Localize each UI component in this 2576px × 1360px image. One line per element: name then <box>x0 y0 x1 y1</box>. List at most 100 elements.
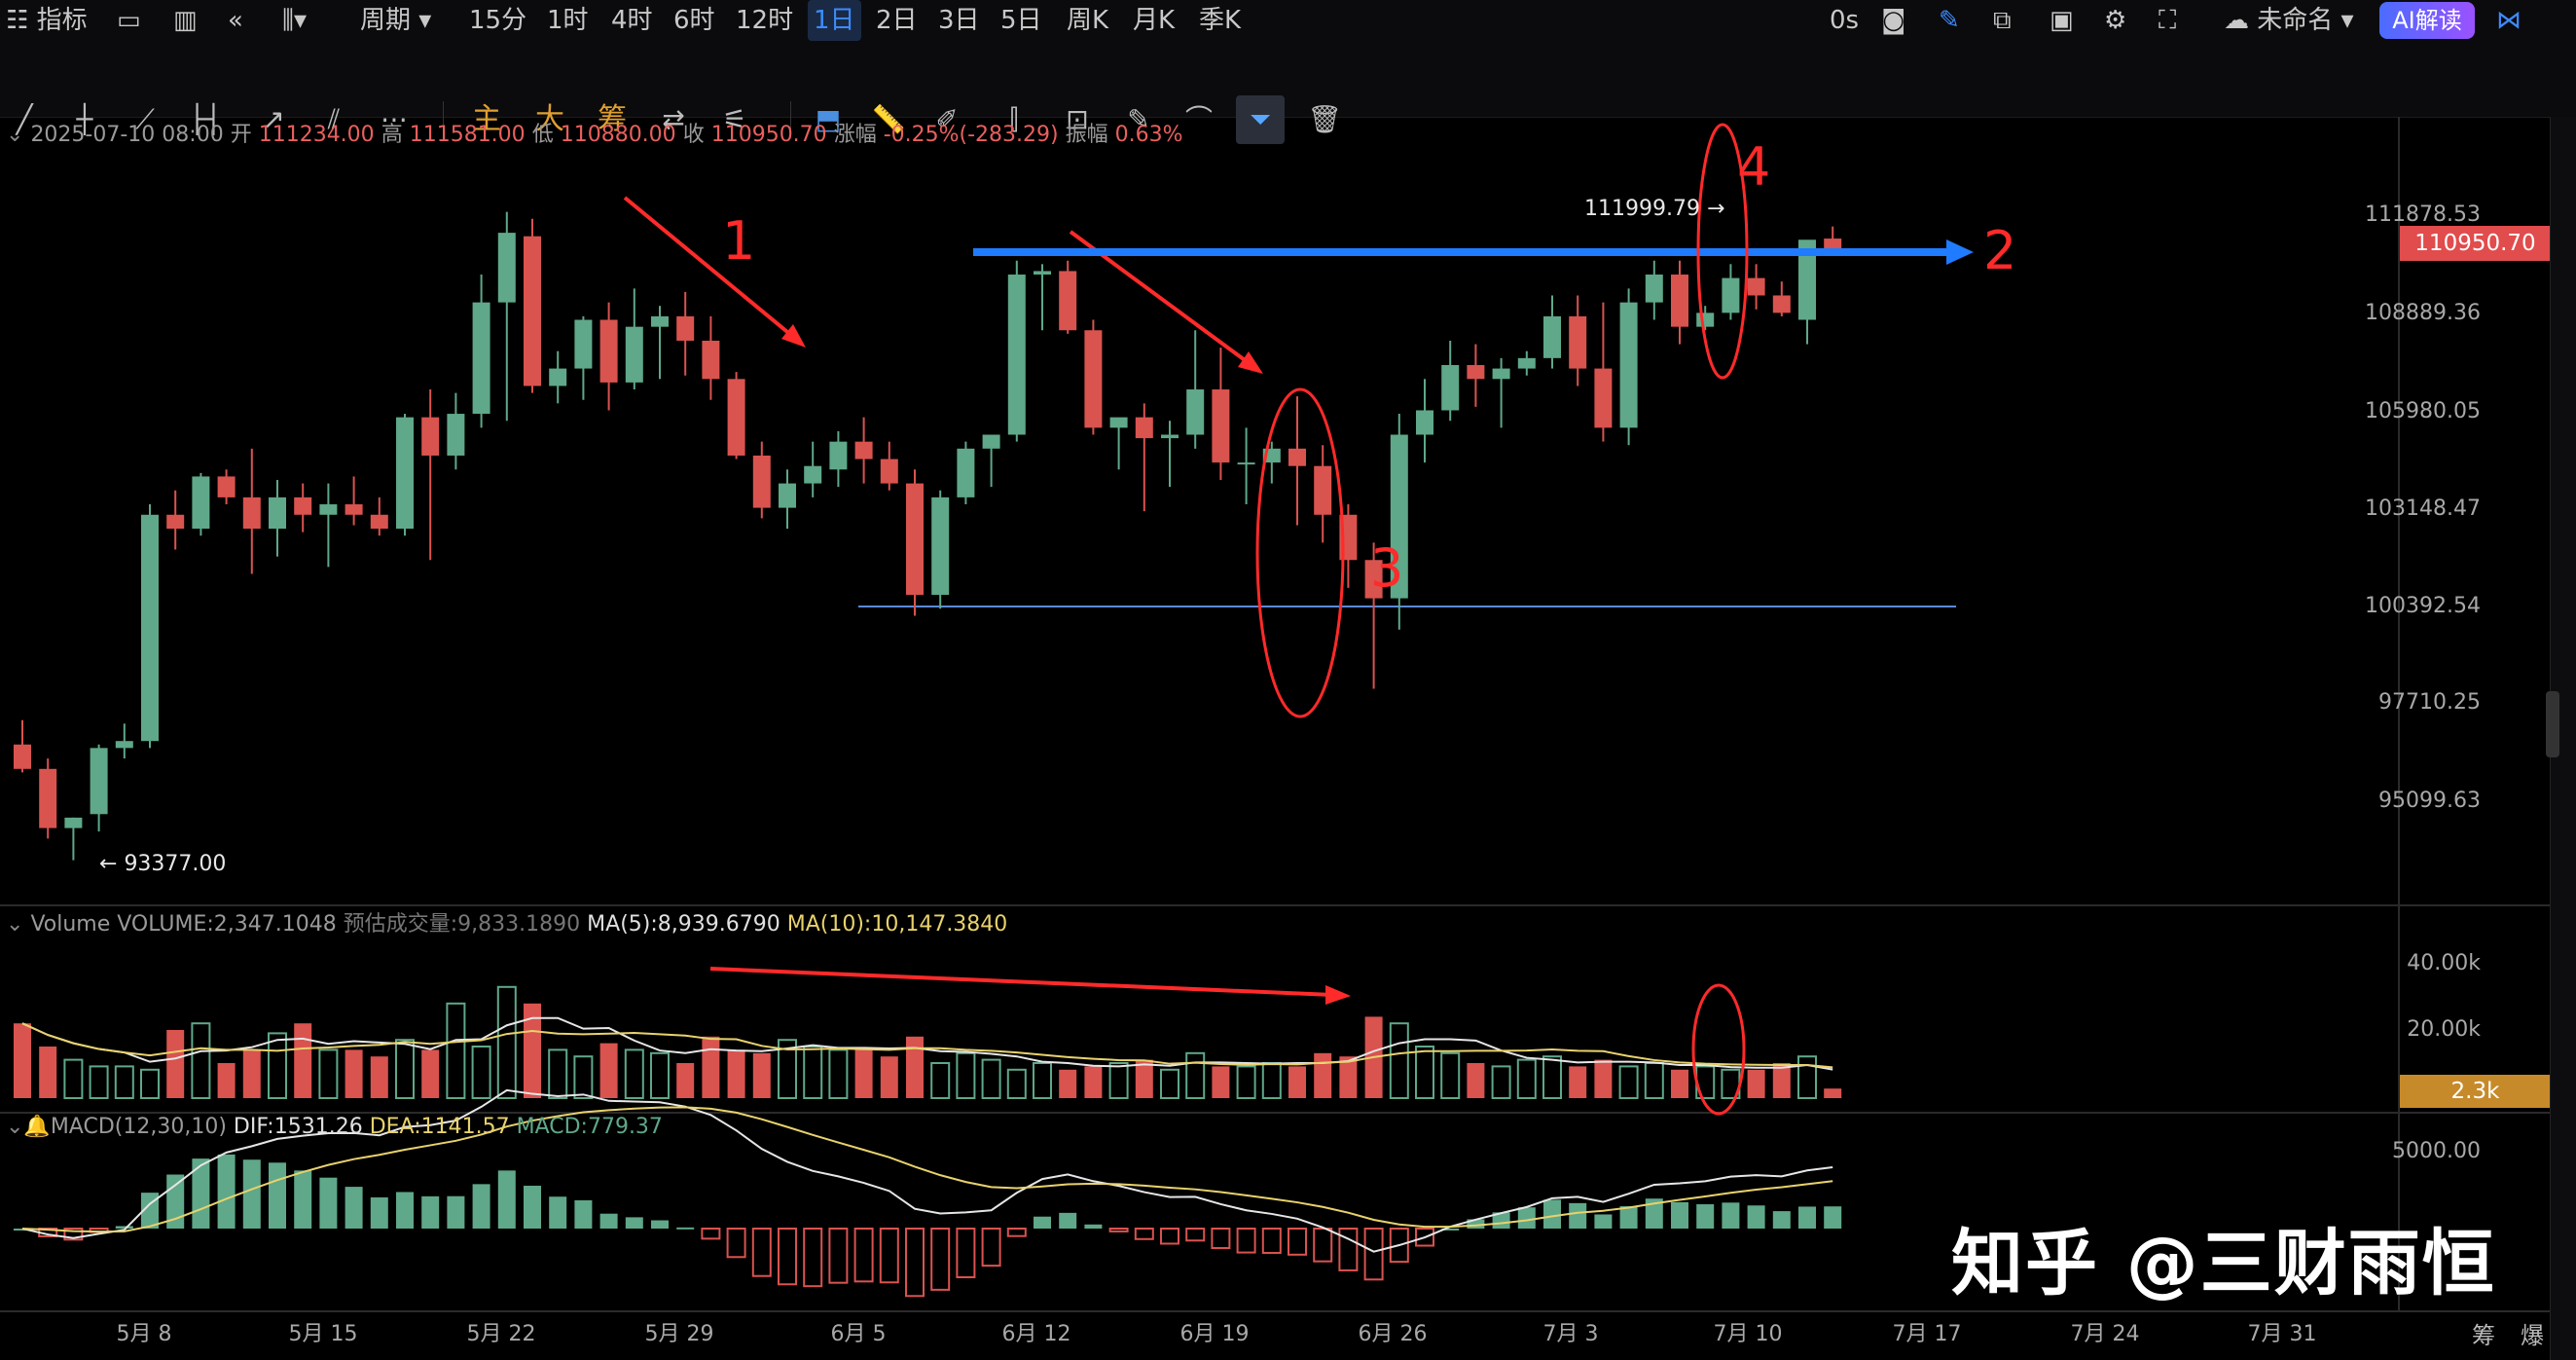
candle[interactable] <box>64 817 83 861</box>
candle[interactable] <box>14 719 31 773</box>
volume-bar <box>446 1002 466 1100</box>
candle[interactable] <box>1467 344 1485 407</box>
candle[interactable] <box>269 480 286 557</box>
candle[interactable] <box>90 744 108 832</box>
candle[interactable] <box>1237 427 1255 505</box>
candle[interactable] <box>370 496 388 536</box>
candle[interactable] <box>421 389 440 561</box>
candle[interactable] <box>1517 350 1536 376</box>
candle[interactable] <box>1824 226 1842 251</box>
candle[interactable] <box>727 372 745 459</box>
candle[interactable] <box>804 441 822 497</box>
candle[interactable] <box>1109 417 1128 470</box>
candle[interactable] <box>319 483 338 568</box>
candle[interactable] <box>1288 396 1306 526</box>
candle[interactable] <box>1084 319 1103 435</box>
candle[interactable] <box>242 448 261 574</box>
price-axis-label: 111878.53 <box>2365 202 2481 227</box>
candle[interactable] <box>1161 421 1179 488</box>
candle[interactable] <box>1441 340 1460 422</box>
candle[interactable] <box>39 758 57 839</box>
candle[interactable] <box>192 472 210 536</box>
candle[interactable] <box>1619 288 1638 446</box>
candle[interactable] <box>1314 445 1332 543</box>
macd-bar <box>905 1228 925 1298</box>
candle[interactable] <box>1212 348 1230 481</box>
candle[interactable] <box>854 417 873 484</box>
candle[interactable] <box>829 430 848 488</box>
volume-bar <box>89 1065 109 1100</box>
volume-bar <box>14 1023 31 1098</box>
candle[interactable] <box>524 218 541 393</box>
macd-bar <box>1059 1212 1077 1229</box>
macd-legend: ⌄🔔MACD(12,30,10) DIF:1531.26 DEA:1141.57… <box>6 1115 663 1139</box>
candle[interactable] <box>1645 260 1663 320</box>
candle[interactable] <box>752 441 771 519</box>
candle[interactable] <box>931 490 950 609</box>
high-value: 111581.00 <box>409 123 526 147</box>
bell-icon[interactable]: ⌄🔔 <box>6 1115 51 1139</box>
macd-bar <box>1160 1228 1179 1245</box>
candle[interactable] <box>957 441 975 505</box>
volume-bar <box>930 1062 951 1099</box>
candle[interactable] <box>166 490 185 550</box>
candle[interactable] <box>676 291 695 376</box>
candle[interactable] <box>115 723 133 759</box>
candle[interactable] <box>1696 306 1715 331</box>
candle[interactable] <box>574 315 593 400</box>
date-axis-label: 7月 10 <box>1713 1322 1783 1346</box>
volume-bar <box>1236 1065 1256 1100</box>
candle[interactable] <box>1671 260 1688 345</box>
candle[interactable] <box>217 469 236 505</box>
candle[interactable] <box>396 414 414 536</box>
candle[interactable] <box>447 392 465 470</box>
candle[interactable] <box>1772 281 1791 316</box>
candle[interactable] <box>1569 295 1587 386</box>
macd-bar <box>1108 1228 1129 1232</box>
volume-bar <box>421 1049 440 1098</box>
candle[interactable] <box>294 483 312 533</box>
date-axis-label: 5月 22 <box>466 1322 536 1346</box>
date-axis-label: 7月 31 <box>2247 1322 2317 1346</box>
candle[interactable] <box>1722 264 1740 320</box>
volume-bar <box>1212 1066 1230 1098</box>
candle[interactable] <box>1135 403 1153 512</box>
candle[interactable] <box>651 306 669 380</box>
liquidation-button[interactable]: 爆 <box>2521 1316 2544 1350</box>
candle[interactable] <box>1747 264 1765 310</box>
candle[interactable] <box>1416 379 1433 463</box>
collapse-icon[interactable]: ⌄ <box>6 123 30 147</box>
collapse-icon[interactable]: ⌄ <box>6 912 30 937</box>
macd-bar <box>497 1170 516 1229</box>
candle[interactable] <box>625 288 643 390</box>
candle[interactable] <box>880 441 898 491</box>
candle[interactable] <box>906 469 924 616</box>
candle[interactable] <box>702 315 720 400</box>
candle[interactable] <box>779 469 796 530</box>
chip-distribution-button[interactable]: 筹 <box>2472 1316 2495 1350</box>
kline-chart[interactable] <box>0 0 2576 1360</box>
candle[interactable] <box>599 302 618 411</box>
candle[interactable] <box>141 504 159 749</box>
candle[interactable] <box>1034 264 1051 331</box>
volume-bar <box>1542 1055 1562 1099</box>
candle[interactable] <box>472 275 490 428</box>
candle[interactable] <box>345 476 363 526</box>
candle[interactable] <box>549 350 567 404</box>
panel-toggle-handle[interactable] <box>2546 691 2559 757</box>
candle[interactable] <box>1007 260 1026 442</box>
candle[interactable] <box>1186 330 1205 449</box>
candle[interactable] <box>982 434 1000 488</box>
volume-bar <box>1440 1051 1461 1100</box>
volume-bar <box>1288 1066 1306 1098</box>
candle[interactable] <box>497 211 516 422</box>
volume-bar <box>166 1030 185 1098</box>
macd-bar <box>879 1228 899 1284</box>
candle[interactable] <box>1492 357 1510 428</box>
volume-bar <box>1618 1065 1639 1100</box>
candle[interactable] <box>1059 260 1077 334</box>
candle[interactable] <box>1543 295 1561 369</box>
volume-bar <box>624 1048 644 1100</box>
macd-bar <box>1363 1228 1384 1281</box>
candle[interactable] <box>1594 302 1613 442</box>
